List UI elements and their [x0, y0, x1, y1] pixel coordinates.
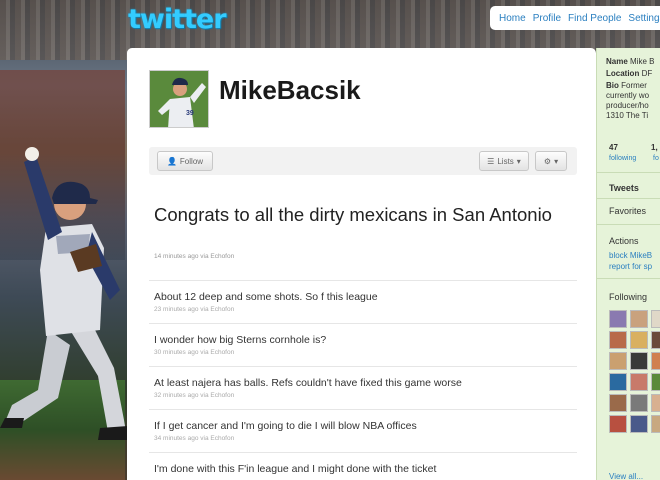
profile-main-column: 39 MikeBacsik 👤 Follow ☰ Lists ▾ ⚙ ▾ Con… — [127, 48, 596, 480]
profile-username: MikeBacsik — [219, 75, 361, 105]
following-avatar[interactable] — [651, 331, 660, 349]
follow-button[interactable]: 👤 Follow — [157, 151, 213, 171]
avatar-image: 39 — [150, 71, 208, 127]
sidebar-favorites-link[interactable]: Favorites — [609, 206, 646, 216]
svg-text:39: 39 — [186, 110, 194, 117]
report-spam-link[interactable]: report for sp — [609, 262, 652, 271]
sidebar-divider — [597, 224, 660, 225]
name-value: Mike B — [630, 57, 655, 66]
list-icon: ☰ — [487, 156, 495, 166]
following-avatar[interactable] — [609, 415, 627, 433]
following-avatar[interactable] — [609, 310, 627, 328]
top-navigation: Home Profile Find People Settings — [490, 6, 660, 30]
profile-action-bar: 👤 Follow ☰ Lists ▾ ⚙ ▾ — [149, 147, 577, 175]
tweet-item: I'm done with this F'in league and I mig… — [149, 452, 577, 480]
block-user-link[interactable]: block MikeB — [609, 251, 652, 260]
tweet-text: If I get cancer and I'm going to die I w… — [154, 420, 417, 432]
tweet-item: About 12 deep and some shots. So f this … — [149, 280, 577, 323]
sidebar-divider — [597, 278, 660, 279]
bio-line: 1310 The Ti — [606, 111, 649, 120]
following-avatar[interactable] — [630, 310, 648, 328]
following-avatar[interactable] — [609, 331, 627, 349]
lists-button[interactable]: ☰ Lists ▾ — [479, 151, 529, 171]
profile-sidebar: Name Mike B Location DF Bio Former curre… — [596, 48, 660, 480]
settings-menu-button[interactable]: ⚙ ▾ — [535, 151, 567, 171]
sidebar-divider — [597, 172, 660, 173]
nav-profile-link[interactable]: Profile — [533, 13, 561, 24]
following-avatar[interactable] — [651, 394, 660, 412]
name-label: Name — [606, 57, 628, 66]
following-avatar[interactable] — [630, 415, 648, 433]
following-avatar[interactable] — [651, 352, 660, 370]
tweet-meta[interactable]: 23 minutes ago via Echofon — [154, 306, 577, 313]
add-user-icon: 👤 — [166, 156, 177, 166]
bio-line: currently wo — [606, 91, 650, 100]
sidebar-location-row: Location DF — [606, 69, 652, 78]
following-avatar[interactable] — [651, 373, 660, 391]
bio-label: Bio — [606, 81, 619, 90]
nav-find-people-link[interactable]: Find People — [568, 13, 621, 24]
sidebar-divider — [597, 198, 660, 199]
featured-tweet-meta[interactable]: 14 minutes ago via Echofon — [154, 253, 234, 260]
bio-line: Former — [621, 81, 647, 90]
followers-stat-label[interactable]: fo — [653, 155, 659, 162]
tweet-meta[interactable]: 30 minutes ago via Echofon — [154, 349, 577, 356]
lists-button-label: Lists — [497, 156, 514, 166]
tweet-meta[interactable]: 32 minutes ago via Echofon — [154, 392, 577, 399]
gear-icon: ⚙ — [543, 156, 552, 166]
tweet-text: I wonder how big Sterns cornhole is? — [154, 334, 327, 346]
tweet-list: About 12 deep and some shots. So f this … — [149, 280, 577, 480]
sidebar-tweets-link[interactable]: Tweets — [609, 183, 639, 193]
tweet-item: At least najera has balls. Refs couldn't… — [149, 366, 577, 409]
following-stat-label[interactable]: following — [609, 155, 636, 162]
tweet-item: If I get cancer and I'm going to die I w… — [149, 409, 577, 452]
following-avatar[interactable] — [651, 310, 660, 328]
bio-line: producer/ho — [606, 101, 649, 110]
nav-settings-link[interactable]: Settings — [628, 13, 660, 24]
following-heading: Following — [609, 292, 648, 302]
following-avatar[interactable] — [630, 352, 648, 370]
following-avatar[interactable] — [630, 373, 648, 391]
follow-button-label: Follow — [179, 156, 204, 166]
following-avatar[interactable] — [609, 373, 627, 391]
chevron-down-icon: ▾ — [554, 156, 559, 166]
location-value: DF — [641, 69, 653, 78]
sidebar-name-row: Name Mike B — [606, 57, 654, 66]
following-count[interactable]: 47 — [609, 143, 618, 152]
following-avatar[interactable] — [609, 352, 627, 370]
featured-tweet-text: Congrats to all the dirty mexicans in Sa… — [154, 204, 552, 225]
tweet-text: I'm done with this F'in league and I mig… — [154, 463, 437, 475]
twitter-logo[interactable]: twitter — [128, 4, 227, 35]
following-avatar[interactable] — [630, 394, 648, 412]
tweet-meta[interactable]: 34 minutes ago via Echofon — [154, 435, 577, 442]
following-avatar[interactable] — [630, 331, 648, 349]
actions-heading: Actions — [609, 236, 639, 246]
profile-avatar[interactable]: 39 — [149, 70, 209, 128]
location-label: Location — [606, 69, 640, 78]
pitcher-illustration — [0, 147, 128, 440]
tweet-item: I wonder how big Sterns cornhole is? 30 … — [149, 323, 577, 366]
chevron-down-icon: ▾ — [516, 156, 521, 166]
following-avatar[interactable] — [651, 415, 660, 433]
tweet-text: At least najera has balls. Refs couldn't… — [154, 377, 462, 389]
following-avatar[interactable] — [609, 394, 627, 412]
tweet-text: About 12 deep and some shots. So f this … — [154, 291, 378, 303]
followers-count[interactable]: 1, — [651, 143, 658, 152]
following-avatar-grid — [609, 310, 660, 433]
sidebar-bio-row: Bio Former — [606, 81, 647, 90]
view-all-following-link[interactable]: View all... — [609, 472, 643, 480]
nav-home-link[interactable]: Home — [499, 13, 526, 24]
